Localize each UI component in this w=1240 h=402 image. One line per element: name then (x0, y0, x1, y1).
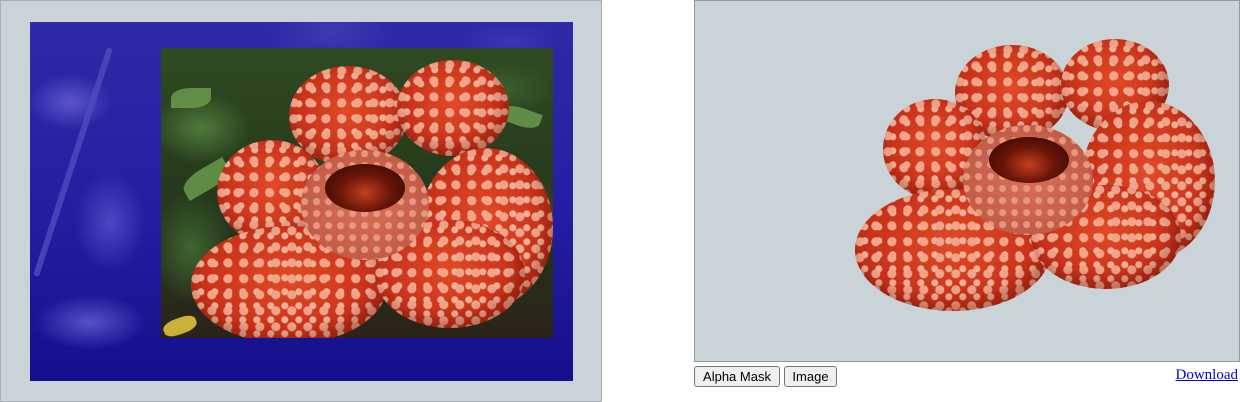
preview-panel (694, 0, 1240, 362)
cutout-flower-image (855, 39, 1217, 311)
petal (397, 60, 509, 156)
editor-canvas[interactable] (30, 22, 573, 381)
selection-region[interactable] (161, 48, 553, 338)
editor-panel (0, 0, 602, 402)
flower-image (189, 60, 553, 338)
flower-center-hole (989, 137, 1069, 183)
flower-center-hole (325, 164, 405, 212)
image-button[interactable]: Image (784, 366, 837, 387)
alpha-mask-button[interactable]: Alpha Mask (694, 366, 780, 387)
download-link[interactable]: Download (1176, 367, 1239, 384)
